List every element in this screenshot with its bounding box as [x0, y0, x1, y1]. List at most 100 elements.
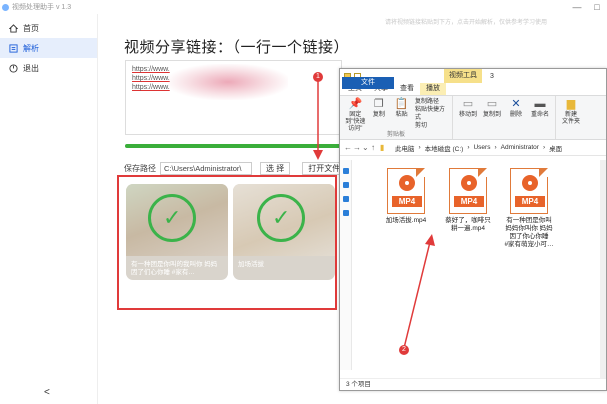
- film-reel-icon: [461, 175, 477, 191]
- copy-to-button[interactable]: ▭ 复制到: [480, 98, 504, 119]
- file-name: 加场活拔.mp4: [385, 217, 427, 224]
- new-folder-button[interactable]: ▆ 新建 文件夹: [559, 98, 583, 126]
- app-titlebar: 视频处理助手 v 1.3: [0, 0, 607, 14]
- app-logo-icon: [2, 3, 9, 11]
- save-path-input[interactable]: C:\Users\Administrator\: [160, 162, 252, 175]
- scrollbar[interactable]: [600, 160, 606, 380]
- app-window-controls: — □: [567, 0, 607, 14]
- breadcrumb-item[interactable]: Users: [473, 144, 490, 151]
- copy-path-button[interactable]: 复制路径: [415, 98, 449, 106]
- video-thumbnail[interactable]: ✓ 有一种团是你叫的我叫你 妈妈因了们心你睡 #家有…: [126, 184, 228, 280]
- sidebar-item-parse[interactable]: 解析: [0, 38, 97, 58]
- clipboard-group-label: 剪贴板: [386, 132, 405, 138]
- parse-icon: [9, 43, 18, 53]
- pin-quick-access-button[interactable]: 📌 固定到"快速访问": [343, 98, 368, 133]
- file-item[interactable]: MP4 蔡好了，咖啡只 耕一遍.mp4: [442, 168, 494, 233]
- file-item[interactable]: MP4 加场活拔.mp4: [380, 168, 432, 225]
- file-explorer-window: 视频工具 3 文件 主页 共享 查看 播放 📌 固定到"快速访问" ❐ 复制 📋…: [339, 68, 607, 391]
- explorer-title: 3: [490, 72, 494, 80]
- maximize-button[interactable]: □: [587, 0, 607, 14]
- new-group: ▆ 新建 文件夹: [555, 96, 586, 139]
- clipboard-group: 📌 固定到"快速访问" ❐ 复制 📋 粘贴 复制路径 粘贴快捷方式 剪切 剪贴板: [340, 96, 452, 139]
- breadcrumb-item[interactable]: 本地磁盘 (C:): [425, 143, 464, 153]
- file-type-badge: MP4: [454, 196, 484, 207]
- rename-button[interactable]: ▬ 重命名: [528, 98, 552, 119]
- file-type-badge: MP4: [392, 196, 422, 207]
- address-bar[interactable]: ← → ⌄ ↑ ▮ 此电脑 › 本地磁盘 (C:) › Users › Admi…: [340, 140, 606, 156]
- thumbnail-caption: 加场活拔: [238, 261, 264, 268]
- rename-label: 重命名: [530, 112, 549, 118]
- file-name: 有一种团是你叫 妈妈你叫你 妈妈 因了你心你睡 #家有萌宠小可…: [504, 217, 554, 248]
- mp4-file-icon: MP4: [449, 168, 487, 214]
- video-thumbnail[interactable]: ✓ 加场活拔: [233, 184, 335, 280]
- nav-node-icon: [343, 210, 349, 216]
- paste-icon: 📋: [394, 97, 409, 110]
- sidebar-item-label: 解析: [23, 43, 39, 53]
- breadcrumb-separator: ›: [418, 144, 421, 151]
- exit-icon: [9, 63, 18, 73]
- organize-group: ▭ 移动到 ▭ 复制到 ✕ 删除 ▬ 重命名: [452, 96, 555, 139]
- nav-node-icon: [343, 196, 349, 202]
- sidebar-item-exit[interactable]: 退出: [0, 58, 97, 78]
- minimize-button[interactable]: —: [567, 0, 587, 14]
- progress-bar: [125, 144, 342, 148]
- sidebar-item-home[interactable]: 首页: [0, 18, 97, 38]
- tab-play[interactable]: 播放: [420, 83, 446, 95]
- breadcrumb-separator: ›: [494, 144, 497, 151]
- choose-button[interactable]: 选 择: [260, 162, 291, 175]
- explorer-content: MP4 加场活拔.mp4 MP4 蔡好了，咖啡只 耕一遍.mp4 MP4 有一种…: [340, 160, 606, 378]
- progress-fill: [125, 144, 342, 148]
- file-name: 蔡好了，咖啡只 耕一遍.mp4: [445, 217, 491, 232]
- thumbnail-caption: 有一种团是你叫的我叫你 妈妈因了们心你睡 #家有…: [131, 261, 218, 276]
- delete-label: 删除: [509, 112, 522, 118]
- delete-button[interactable]: ✕ 删除: [504, 98, 528, 119]
- copy-icon: ❐: [373, 97, 384, 110]
- breadcrumb: 此电脑 › 本地磁盘 (C:) › Users › Administrator …: [395, 143, 606, 153]
- status-bar: 3 个项目: [340, 378, 606, 390]
- navigation-pane[interactable]: [340, 160, 352, 370]
- film-reel-icon: [522, 175, 538, 191]
- nav-node-icon: [343, 168, 349, 174]
- copy-button[interactable]: ❐ 复制: [368, 98, 391, 119]
- move-to-label: 移动到: [458, 112, 477, 118]
- file-item[interactable]: MP4 有一种团是你叫 妈妈你叫你 妈妈 因了你心你睡 #家有萌宠小可…: [503, 168, 555, 249]
- redacted-blur: [168, 64, 288, 100]
- sidebar-item-label: 退出: [23, 63, 39, 73]
- sidebar-collapse-button[interactable]: <: [44, 387, 50, 398]
- save-path-label: 保存路径: [124, 164, 156, 173]
- copy-to-label: 复制到: [482, 112, 501, 118]
- paste-button[interactable]: 📋 粘贴: [390, 98, 413, 119]
- breadcrumb-separator: ›: [467, 144, 470, 151]
- ribbon-tabs: 文件 主页 共享 查看 播放: [340, 77, 606, 95]
- tab-file[interactable]: 文件: [342, 77, 394, 89]
- mp4-file-icon: MP4: [387, 168, 425, 214]
- tab-view[interactable]: 查看: [394, 83, 420, 95]
- ribbon: 📌 固定到"快速访问" ❐ 复制 📋 粘贴 复制路径 粘贴快捷方式 剪切 剪贴板…: [340, 95, 606, 140]
- breadcrumb-item[interactable]: 此电脑: [395, 143, 415, 153]
- app-title: 视频处理助手 v 1.3: [12, 4, 72, 11]
- copy-label: 复制: [372, 112, 385, 118]
- breadcrumb-item[interactable]: Administrator: [501, 144, 539, 151]
- mp4-file-icon: MP4: [510, 168, 548, 214]
- delete-icon: ✕: [511, 97, 521, 110]
- sidebar-item-label: 首页: [23, 23, 39, 33]
- video-tools-tab[interactable]: 视频工具: [444, 69, 482, 83]
- up-arrow-icon[interactable]: ↑: [371, 143, 380, 152]
- back-arrow-icon[interactable]: ←: [344, 143, 353, 152]
- new-folder-label: 新建 文件夹: [561, 112, 580, 125]
- rename-icon: ▬: [534, 97, 546, 110]
- file-type-badge: MP4: [515, 196, 545, 207]
- pin-icon: 📌: [348, 97, 363, 110]
- save-path-row: 保存路径 C:\Users\Administrator\ 选 择 打开文件夹: [124, 162, 355, 175]
- paste-label: 粘贴: [395, 112, 408, 118]
- success-check-icon: ✓: [148, 194, 196, 242]
- paste-shortcut-button[interactable]: 粘贴快捷方式: [415, 106, 449, 122]
- home-icon: [9, 23, 18, 33]
- breadcrumb-item[interactable]: 桌面: [549, 143, 562, 153]
- new-folder-icon: ▆: [566, 97, 576, 110]
- forward-arrow-icon[interactable]: →: [353, 143, 362, 152]
- chevron-down-icon[interactable]: ⌄: [362, 143, 371, 152]
- folder-small-icon: ▮: [380, 143, 385, 152]
- move-to-button[interactable]: ▭ 移动到: [456, 98, 480, 119]
- hint-text: 请将视频链接粘贴到下方，点击开始解析，仅供参考学习使用: [385, 20, 548, 26]
